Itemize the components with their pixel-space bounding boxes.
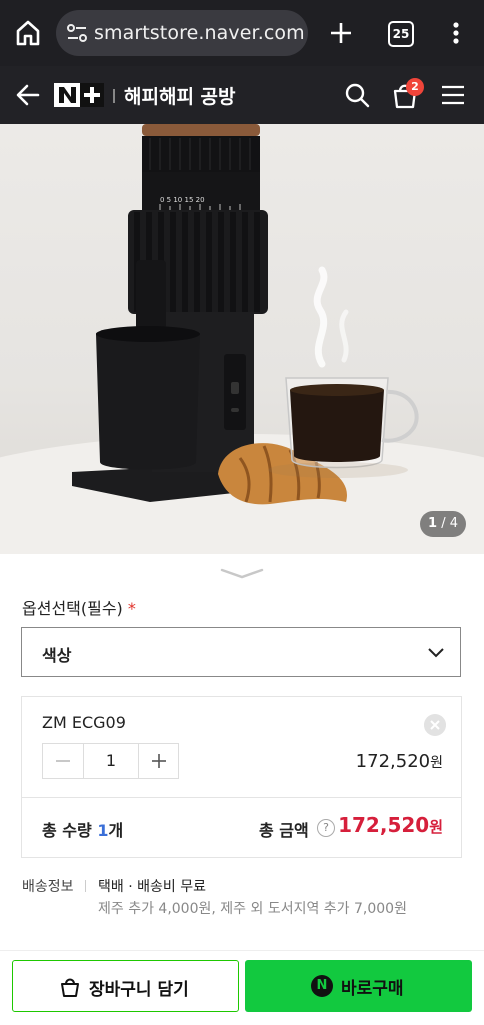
selected-option-box: ZM ECG09 1 172,520원 총 수량 1개 총 금액 ? 172,5… bbox=[21, 696, 462, 858]
chevron-down-icon bbox=[428, 648, 444, 658]
hamburger-menu-icon[interactable] bbox=[440, 83, 466, 107]
option-label-text: 옵션선택(필수) bbox=[22, 599, 123, 618]
quantity-value[interactable]: 1 bbox=[84, 744, 138, 778]
search-icon[interactable] bbox=[344, 82, 370, 108]
quantity-stepper: 1 bbox=[42, 743, 179, 779]
option-name: ZM ECG09 bbox=[42, 713, 126, 732]
url-text: smartstore.naver.com bbox=[94, 22, 305, 44]
total-amount-label: 총 금액 bbox=[259, 821, 309, 840]
dial-scale-text: 0 5 10 15 20 bbox=[160, 196, 205, 204]
total-quantity-value: 1 bbox=[97, 821, 109, 840]
address-bar[interactable]: smartstore.naver.com bbox=[56, 10, 308, 56]
option-divider bbox=[22, 797, 461, 798]
back-arrow-icon[interactable] bbox=[14, 81, 42, 109]
naver-plus-logo[interactable] bbox=[54, 83, 104, 107]
total-amount-unit: 원 bbox=[429, 818, 443, 836]
more-menu-icon[interactable] bbox=[446, 18, 466, 48]
remove-option-icon[interactable] bbox=[424, 714, 446, 736]
naver-pay-icon: N bbox=[311, 975, 333, 997]
increase-quantity-button[interactable] bbox=[138, 744, 179, 778]
option-price-unit: 원 bbox=[430, 755, 443, 771]
option-price-value: 172,520 bbox=[355, 751, 431, 772]
option-section-label: 옵션선택(필수) * bbox=[22, 595, 136, 619]
header-divider bbox=[113, 89, 115, 103]
store-name[interactable]: 해피해피 공방 bbox=[124, 82, 236, 109]
color-select[interactable]: 색상 bbox=[21, 627, 461, 677]
buy-now-label: 바로구매 bbox=[341, 979, 404, 999]
new-tab-icon[interactable] bbox=[326, 18, 356, 48]
color-select-value: 색상 bbox=[42, 646, 72, 665]
required-mark: * bbox=[127, 599, 136, 618]
decrease-quantity-button[interactable] bbox=[43, 744, 84, 778]
tab-switcher-button[interactable]: 25 bbox=[388, 21, 414, 47]
add-to-cart-label: 장바구니 담기 bbox=[89, 980, 189, 1000]
store-header: 해피해피 공방 2 bbox=[0, 66, 484, 124]
shipping-method: 택배 · 배송비 무료 bbox=[98, 879, 206, 895]
image-pager: 1 / 4 bbox=[420, 511, 466, 537]
cart-count-badge: 2 bbox=[406, 78, 424, 96]
help-icon[interactable]: ? bbox=[317, 819, 335, 837]
total-quantity: 총 수량 1개 bbox=[42, 817, 123, 841]
option-price: 172,520원 bbox=[356, 751, 443, 772]
shipping-label: 배송정보 bbox=[22, 879, 74, 895]
add-to-cart-button[interactable]: 장바구니 담기 bbox=[12, 960, 239, 1012]
collapse-chevron-icon[interactable] bbox=[218, 566, 266, 580]
buy-now-button[interactable]: N 바로구매 bbox=[245, 960, 472, 1012]
total-quantity-label: 총 수량 bbox=[42, 821, 98, 840]
total-amount: 172,520원 bbox=[338, 813, 443, 837]
product-image[interactable]: 0 5 10 15 20 bbox=[0, 124, 484, 554]
pager-current: 1 bbox=[428, 516, 438, 531]
pager-total: / 4 bbox=[441, 516, 458, 531]
shipping-divider bbox=[85, 880, 86, 892]
shopping-bag-icon bbox=[61, 978, 79, 997]
total-quantity-unit: 개 bbox=[108, 821, 124, 840]
home-icon[interactable] bbox=[14, 18, 42, 48]
site-settings-icon[interactable] bbox=[66, 22, 88, 44]
total-amount-value: 172,520 bbox=[338, 813, 430, 837]
browser-toolbar: smartstore.naver.com 25 bbox=[0, 0, 484, 66]
shipping-extra-fee: 제주 추가 4,000원, 제주 외 도서지역 추가 7,000원 bbox=[98, 901, 407, 917]
product-photo: 0 5 10 15 20 bbox=[0, 124, 484, 554]
